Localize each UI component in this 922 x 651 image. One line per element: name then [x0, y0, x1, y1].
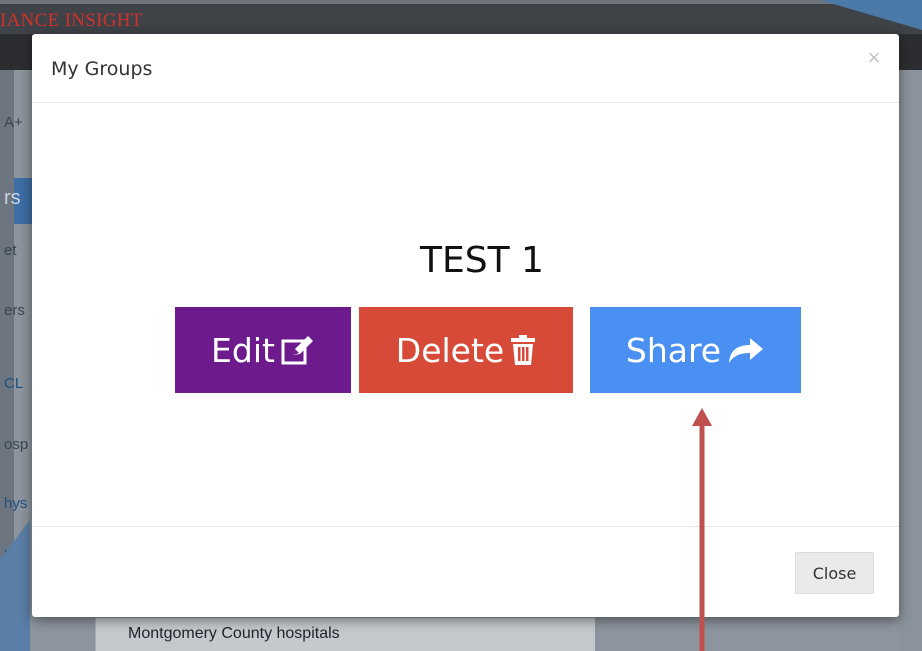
background-link: hys [4, 495, 28, 512]
group-name: TEST 1 [420, 240, 544, 281]
share-button-label: Share [625, 330, 722, 370]
background-row-label: Montgomery County hospitals [128, 625, 340, 642]
background-link: CL [4, 375, 24, 392]
my-groups-modal: My Groups × TEST 1 Edit Delete Share Clo… [32, 34, 899, 617]
share-icon [727, 335, 765, 365]
annotation-arrow [692, 408, 712, 651]
edit-icon [281, 335, 315, 365]
background-cell: osp [4, 436, 29, 453]
edit-button-label: Edit [211, 330, 275, 370]
background-right-strip [899, 70, 922, 651]
modal-body: TEST 1 Edit Delete Share [32, 103, 899, 526]
close-icon[interactable]: × [864, 47, 884, 69]
trash-icon [510, 334, 536, 366]
delete-button-label: Delete [395, 330, 505, 370]
edit-button[interactable]: Edit [175, 307, 351, 393]
brand-logo-text: IANCE INSIGHT [0, 10, 143, 31]
modal-title: My Groups [51, 58, 153, 80]
background-cell: et [4, 242, 17, 259]
modal-header: My Groups × [32, 34, 899, 103]
modal-footer: Close [32, 526, 899, 617]
background-header: IANCE INSIGHT [0, 0, 922, 34]
delete-button[interactable]: Delete [359, 307, 573, 393]
background-cell: A+ [4, 114, 23, 131]
background-cell: ers [4, 302, 25, 319]
share-button[interactable]: Share [590, 307, 801, 393]
close-button[interactable]: Close [795, 552, 874, 594]
background-cell: rs [4, 187, 21, 209]
